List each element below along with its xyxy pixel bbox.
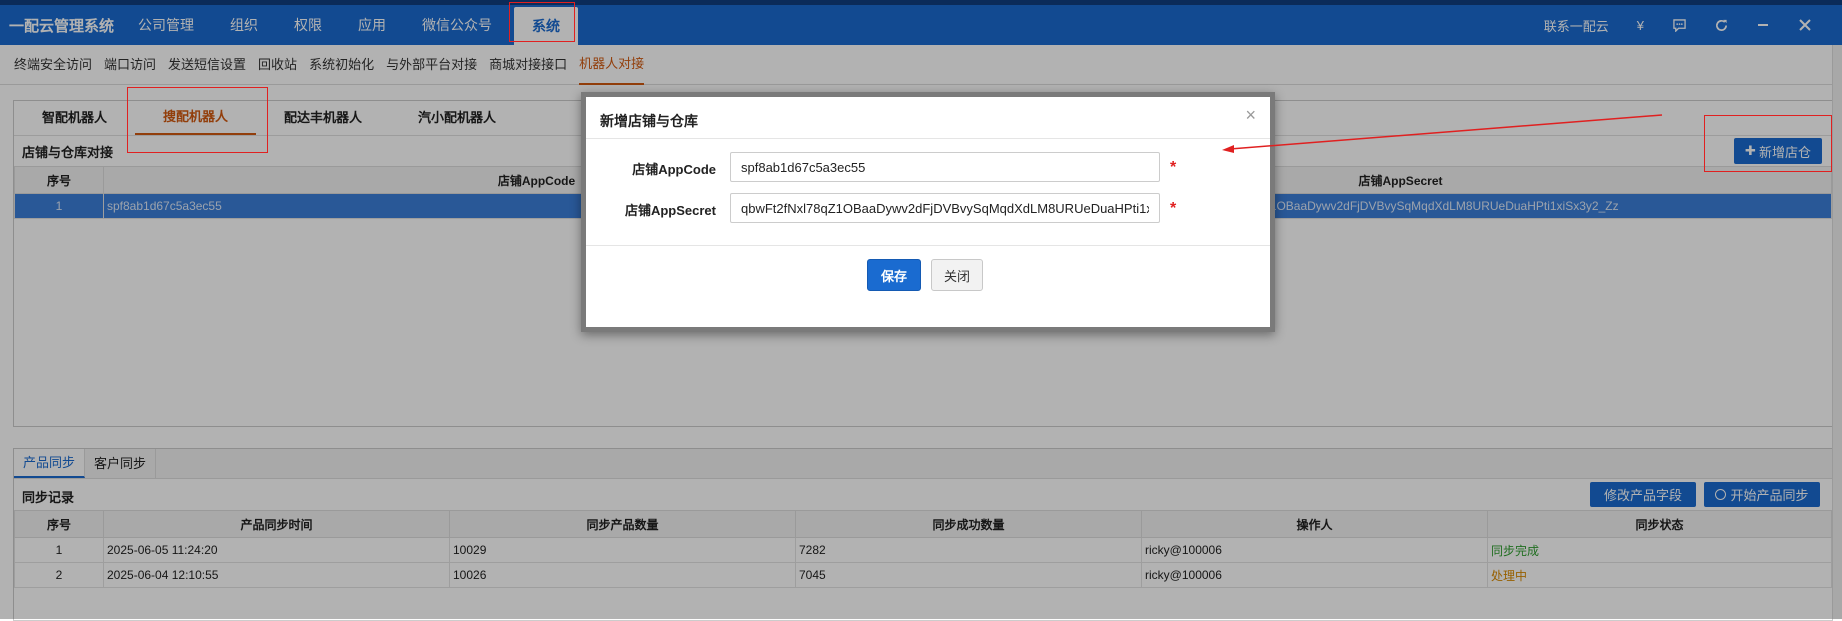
- annotation-arrow: [1222, 114, 1663, 153]
